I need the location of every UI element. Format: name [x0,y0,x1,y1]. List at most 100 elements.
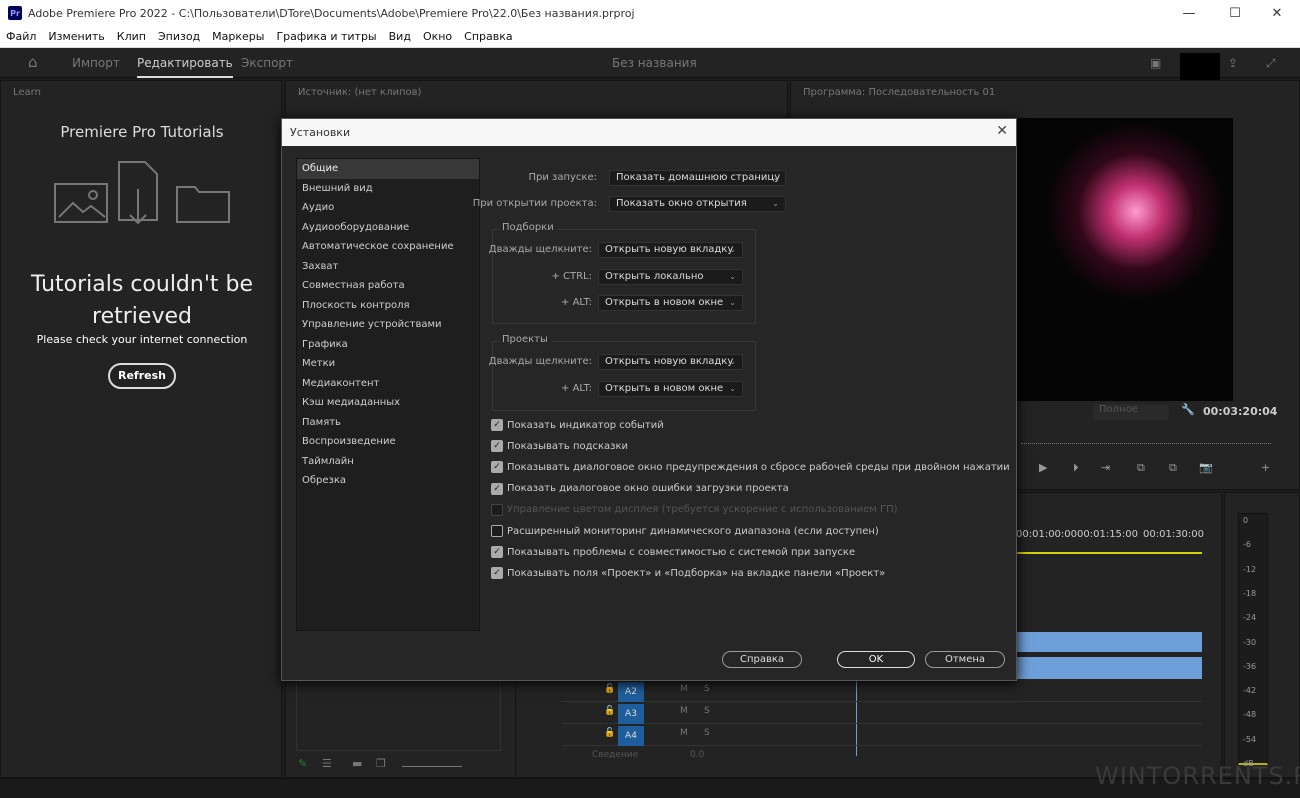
nav-item[interactable]: Воспроизведение [297,432,479,452]
meter-scale-label: -30 [1243,637,1257,647]
preference-checkbox[interactable]: ✓ Показать индикатор событий [491,419,664,431]
tab-edit[interactable]: Редактировать [137,56,233,78]
track-label[interactable]: A3 [618,704,644,724]
preference-checkbox[interactable]: ✓ Показывать подсказки [491,440,628,453]
cancel-button[interactable]: Отмена [925,651,1005,668]
nav-item[interactable]: Управление устройствами [297,315,479,335]
track-label[interactable]: A4 [618,726,644,746]
step-forward-icon[interactable]: ⏵ [1073,461,1079,475]
close-button[interactable]: ✕ [1254,0,1300,26]
program-scrubber[interactable] [1021,436,1271,444]
ruler-label: 00:01:30:00 [1143,529,1205,540]
maximize-button[interactable]: ☐ [1212,0,1258,26]
list-view-icon[interactable]: ☰ [322,757,332,770]
track-label[interactable]: A2 [618,682,644,702]
mute-button[interactable]: M [680,706,688,716]
checkbox-label: Расширенный мониторинг динамического диа… [507,525,879,537]
preference-checkbox[interactable]: ✓ Показать диалоговое окно ошибки загрузк… [491,482,789,495]
projects-row-label: + ALT: [561,382,592,394]
open-project-value: Показать окно открытия [616,198,747,209]
menu-window[interactable]: Окно [423,30,452,43]
program-video-frame [1017,118,1233,401]
menu-file[interactable]: Файл [6,30,36,43]
minimize-button[interactable]: — [1166,0,1212,26]
checkmark-icon: ✓ [491,546,503,559]
panel-toggle-icon[interactable]: ▣ [1150,56,1161,70]
menu-help[interactable]: Справка [464,30,512,43]
solo-button[interactable]: S [704,728,710,738]
startup-value: Показать домашнюю страницу [616,172,781,183]
pencil-icon[interactable]: ✎ [298,757,307,770]
nav-item[interactable]: Кэш медиаданных [297,393,479,413]
refresh-button[interactable]: Refresh [108,363,176,389]
tab-import[interactable]: Импорт [72,56,120,70]
meter-scale-label: -36 [1243,661,1257,671]
zoom-slider[interactable] [402,757,462,767]
projects-row-value: Открыть новую вкладку [605,356,734,367]
go-to-out-icon[interactable]: ⇥ [1101,461,1110,474]
menu-graphics[interactable]: Графика и титры [276,30,376,43]
nav-item[interactable]: Память [297,413,479,433]
nav-item[interactable]: Медиаконтент [297,374,479,394]
preference-checkbox[interactable]: ✓ Показывать диалоговое окно предупрежден… [491,461,1010,474]
nav-item[interactable]: Совместная работа [297,276,479,296]
mute-button[interactable]: M [680,684,688,694]
program-panel-title: Программа: Последовательность 01 [803,87,996,98]
dialog-close-button[interactable]: ✕ [996,123,1008,139]
menu-sequence[interactable]: Эпизод [158,30,200,43]
menu-clip[interactable]: Клип [117,30,146,43]
preference-checkbox[interactable]: ✓ Показывать поля «Проект» и «Подборка» н… [491,567,885,580]
work-area-bar[interactable] [1016,552,1202,554]
nav-item[interactable]: Аудиооборудование [297,218,479,238]
home-icon[interactable]: ⌂ [28,53,38,71]
lock-icon[interactable]: 🔓 [604,728,615,738]
import-media-icon [54,161,230,225]
fullscreen-icon[interactable]: ⤢ [1266,56,1276,71]
preference-checkbox[interactable]: Расширенный мониторинг динамического диа… [491,525,879,537]
menu-markers[interactable]: Маркеры [212,30,264,43]
mute-button[interactable]: M [680,728,688,738]
solo-button[interactable]: S [704,706,710,716]
menu-edit[interactable]: Изменить [48,30,104,43]
camera-icon[interactable]: 📷 [1199,461,1213,474]
tutorials-heading: Premiere Pro Tutorials [60,123,224,141]
nav-item[interactable]: Графика [297,335,479,355]
solo-button[interactable]: S [704,684,710,694]
insert-icon[interactable]: ⧉ [1137,461,1145,475]
quality-select[interactable]: Полное [1093,404,1169,420]
bins-row-select[interactable]: Открыть новую вкладку ⌄ [598,242,743,258]
preference-checkbox[interactable]: ✓ Показывать проблемы с совместимостью с … [491,546,855,559]
lock-icon[interactable]: 🔓 [604,684,615,694]
freeform-view-icon[interactable]: ❐ [376,757,386,770]
bins-row-select[interactable]: Открыть локально ⌄ [598,268,743,285]
audio-meter-panel [1224,492,1300,778]
menu-view[interactable]: Вид [389,30,411,43]
icon-view-icon[interactable]: ▬ [352,757,362,770]
nav-item[interactable]: Плоскость контроля [297,296,479,316]
tab-export[interactable]: Экспорт [241,56,293,70]
nav-item[interactable]: Метки [297,354,479,374]
audio-clip-waveform[interactable] [1016,657,1202,679]
window-titlebar: Pr Adobe Premiere Pro 2022 - C:\Пользова… [0,0,1300,26]
projects-row-select[interactable]: Открыть новую вкладку ⌄ [598,354,743,370]
open-project-select[interactable]: Показать окно открытия ⌄ [609,196,786,212]
nav-item[interactable]: Обрезка [297,471,479,491]
open-project-label: При открытии проекта: [472,198,597,209]
nav-item[interactable]: Таймлайн [297,452,479,472]
ruler-label: 00:01:15:00 [1077,529,1139,540]
bins-row-select[interactable]: Открыть в новом окне ⌄ [598,295,743,311]
nav-item[interactable]: Захват [297,257,479,277]
help-button[interactable]: Справка [722,651,802,668]
projects-row-select[interactable]: Открыть в новом окне ⌄ [598,380,743,397]
share-icon[interactable]: ⇪ [1228,56,1238,70]
nav-item[interactable]: Автоматическое сохранение [297,237,479,257]
checkmark-icon: ✓ [491,482,503,495]
wrench-icon[interactable]: 🔧 [1181,403,1195,416]
lock-icon[interactable]: 🔓 [604,706,615,716]
ok-button[interactable]: OK [837,651,915,668]
audio-clip[interactable] [1016,632,1202,652]
overwrite-icon[interactable]: ⧉ [1169,461,1177,475]
play-icon[interactable]: ▶ [1039,461,1047,474]
add-button-icon[interactable]: + [1261,461,1270,474]
startup-select[interactable]: Показать домашнюю страницу ⌄ [609,170,786,186]
